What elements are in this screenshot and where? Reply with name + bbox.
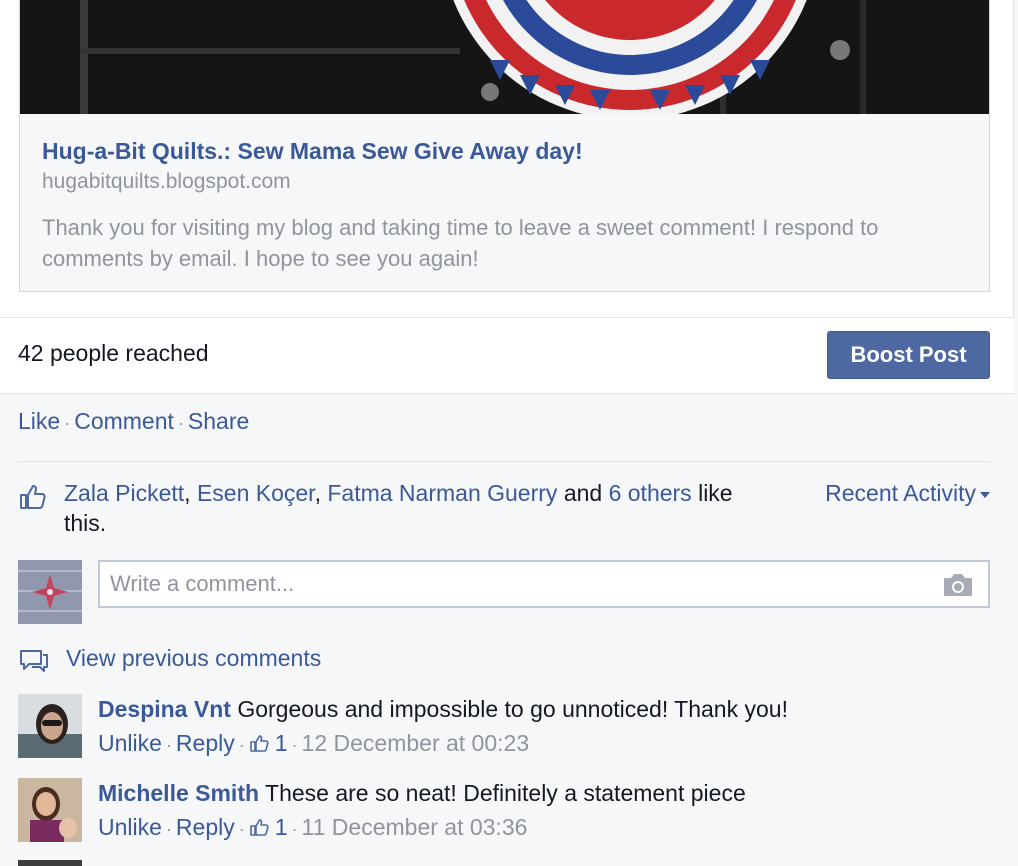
- separator-dot: ·: [165, 735, 172, 755]
- comment-like-count[interactable]: 1: [249, 730, 288, 756]
- comment-item: Despina Vnt Gorgeous and impossible to g…: [18, 694, 990, 764]
- comment-author[interactable]: Despina Vnt: [98, 696, 231, 722]
- liker-name[interactable]: Zala Pickett: [64, 480, 184, 506]
- comment-text: These are so neat! Definitely a statemen…: [265, 780, 746, 806]
- thumbs-up-icon: [249, 735, 269, 752]
- comment-body: Despina Vnt Gorgeous and impossible to g…: [98, 694, 788, 724]
- likes-sentence: Zala Pickett, Esen Koçer, Fatma Narman G…: [64, 480, 733, 536]
- caret-down-icon: [980, 491, 990, 498]
- separator-dot: ·: [291, 735, 298, 755]
- recent-activity-label: Recent Activity: [825, 480, 976, 506]
- thumbs-up-icon: [20, 485, 46, 509]
- separator-dot: ·: [64, 413, 71, 433]
- comment-body: Michelle Smith These are so neat! Defini…: [98, 778, 746, 808]
- quilt-photo: [20, 0, 989, 114]
- unlike-link[interactable]: Unlike: [98, 730, 162, 756]
- others-link[interactable]: 6 others: [609, 480, 692, 506]
- likes-summary: Zala Pickett, Esen Koçer, Fatma Narman G…: [18, 478, 990, 542]
- comment-item: Michelle Smith These are so neat! Defini…: [18, 778, 990, 848]
- post-actions: Like · Comment · Share: [18, 408, 249, 435]
- post-content-area: Hug-a-Bit Quilts.: Sew Mama Sew Give Awa…: [0, 0, 1014, 317]
- thumbs-up-icon: [249, 819, 269, 836]
- comment-meta: Unlike · Reply · 1 · 12 December at 00:23: [98, 728, 529, 760]
- and-text: and: [563, 480, 603, 506]
- comment-like-count[interactable]: 1: [249, 814, 288, 840]
- like-link[interactable]: Like: [18, 408, 60, 434]
- like-count-value: 1: [274, 814, 288, 840]
- separator-dot: ·: [238, 735, 245, 755]
- comment-link[interactable]: Comment: [74, 408, 174, 434]
- comment-meta: Unlike · Reply · 1 · 11 December at 03:36: [98, 812, 527, 844]
- unlike-link[interactable]: Unlike: [98, 814, 162, 840]
- separator-dot: ·: [291, 819, 298, 839]
- liker-name[interactable]: Esen Koçer: [197, 480, 315, 506]
- separator-dot: ·: [177, 413, 184, 433]
- comment-input[interactable]: [98, 560, 990, 608]
- shared-link-card[interactable]: Hug-a-Bit Quilts.: Sew Mama Sew Give Awa…: [19, 0, 990, 292]
- comment-text: Gorgeous and impossible to go unnoticed!…: [237, 696, 788, 722]
- comment-timestamp[interactable]: 11 December at 03:36: [302, 814, 528, 840]
- link-domain: hugabitquilts.blogspot.com: [42, 170, 291, 193]
- recent-activity-dropdown[interactable]: Recent Activity: [825, 478, 990, 508]
- reply-link[interactable]: Reply: [176, 730, 235, 756]
- next-comment-avatar-peek: [18, 860, 82, 866]
- avatar[interactable]: [18, 778, 82, 842]
- view-previous-label: View previous comments: [66, 645, 322, 671]
- avatar[interactable]: [18, 560, 82, 624]
- link-title[interactable]: Hug-a-Bit Quilts.: Sew Mama Sew Give Awa…: [42, 138, 583, 165]
- link-description: Thank you for visiting my blog and takin…: [42, 215, 879, 271]
- avatar[interactable]: [18, 694, 82, 758]
- comment-composer: [18, 560, 990, 624]
- reply-link[interactable]: Reply: [176, 814, 235, 840]
- avatar-image: [18, 694, 82, 758]
- camera-icon[interactable]: [942, 572, 974, 598]
- reach-bar: 42 people reached Boost Post: [0, 317, 1014, 394]
- view-previous-comments[interactable]: View previous comments: [18, 642, 518, 674]
- separator-dot: ·: [165, 819, 172, 839]
- like-count-value: 1: [274, 730, 288, 756]
- avatar-image: [18, 778, 82, 842]
- speech-bubble-icon: [20, 650, 48, 672]
- boost-post-button[interactable]: Boost Post: [827, 331, 990, 379]
- comment-timestamp[interactable]: 12 December at 00:23: [302, 730, 530, 756]
- share-link[interactable]: Share: [188, 408, 249, 434]
- link-preview-image[interactable]: [20, 0, 989, 114]
- divider: [18, 461, 990, 462]
- comment-author[interactable]: Michelle Smith: [98, 780, 259, 806]
- avatar-image: [18, 560, 82, 624]
- people-reached-text: 42 people reached: [18, 340, 209, 366]
- liker-name[interactable]: Fatma Narman Guerry: [327, 480, 557, 506]
- separator-dot: ·: [238, 819, 245, 839]
